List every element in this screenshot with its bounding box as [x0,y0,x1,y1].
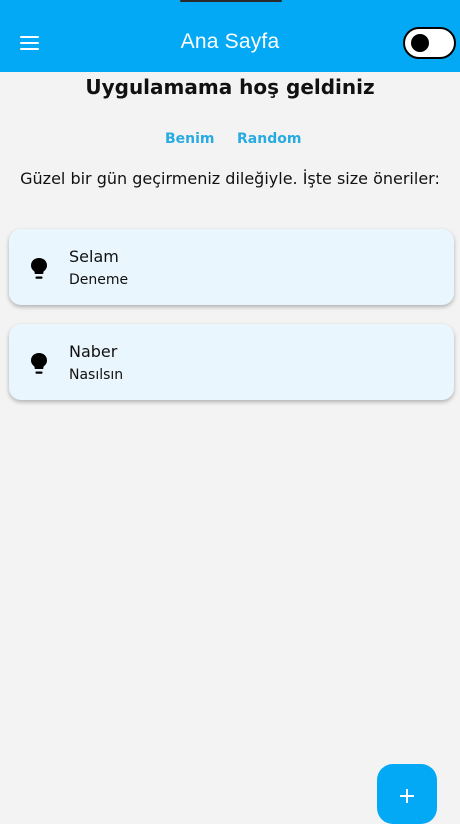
card-subtitle: Nasılsın [69,367,124,383]
welcome-heading: Uygulamama hoş geldiniz [85,75,375,99]
card-title: Naber [69,342,118,361]
card-title: Selam [69,247,119,266]
tab-benim[interactable]: Benim [165,131,215,147]
suggestion-card[interactable]: Naber Nasılsın [9,324,454,400]
theme-toggle[interactable] [403,27,456,59]
toggle-knob [411,34,429,52]
app-bar: Ana Sayfa [0,0,460,72]
lightbulb-icon [31,258,47,279]
tab-random[interactable]: Random [237,131,301,147]
status-notch [180,0,282,2]
lightbulb-icon [31,353,47,374]
suggestion-card[interactable]: Selam Deneme [9,229,454,305]
suggestions-subtitle: Güzel bir gün geçirmeniz dileğiyle. İşte… [20,169,440,188]
page-title: Ana Sayfa [180,30,280,53]
add-button[interactable] [377,764,437,824]
card-subtitle: Deneme [69,272,129,288]
